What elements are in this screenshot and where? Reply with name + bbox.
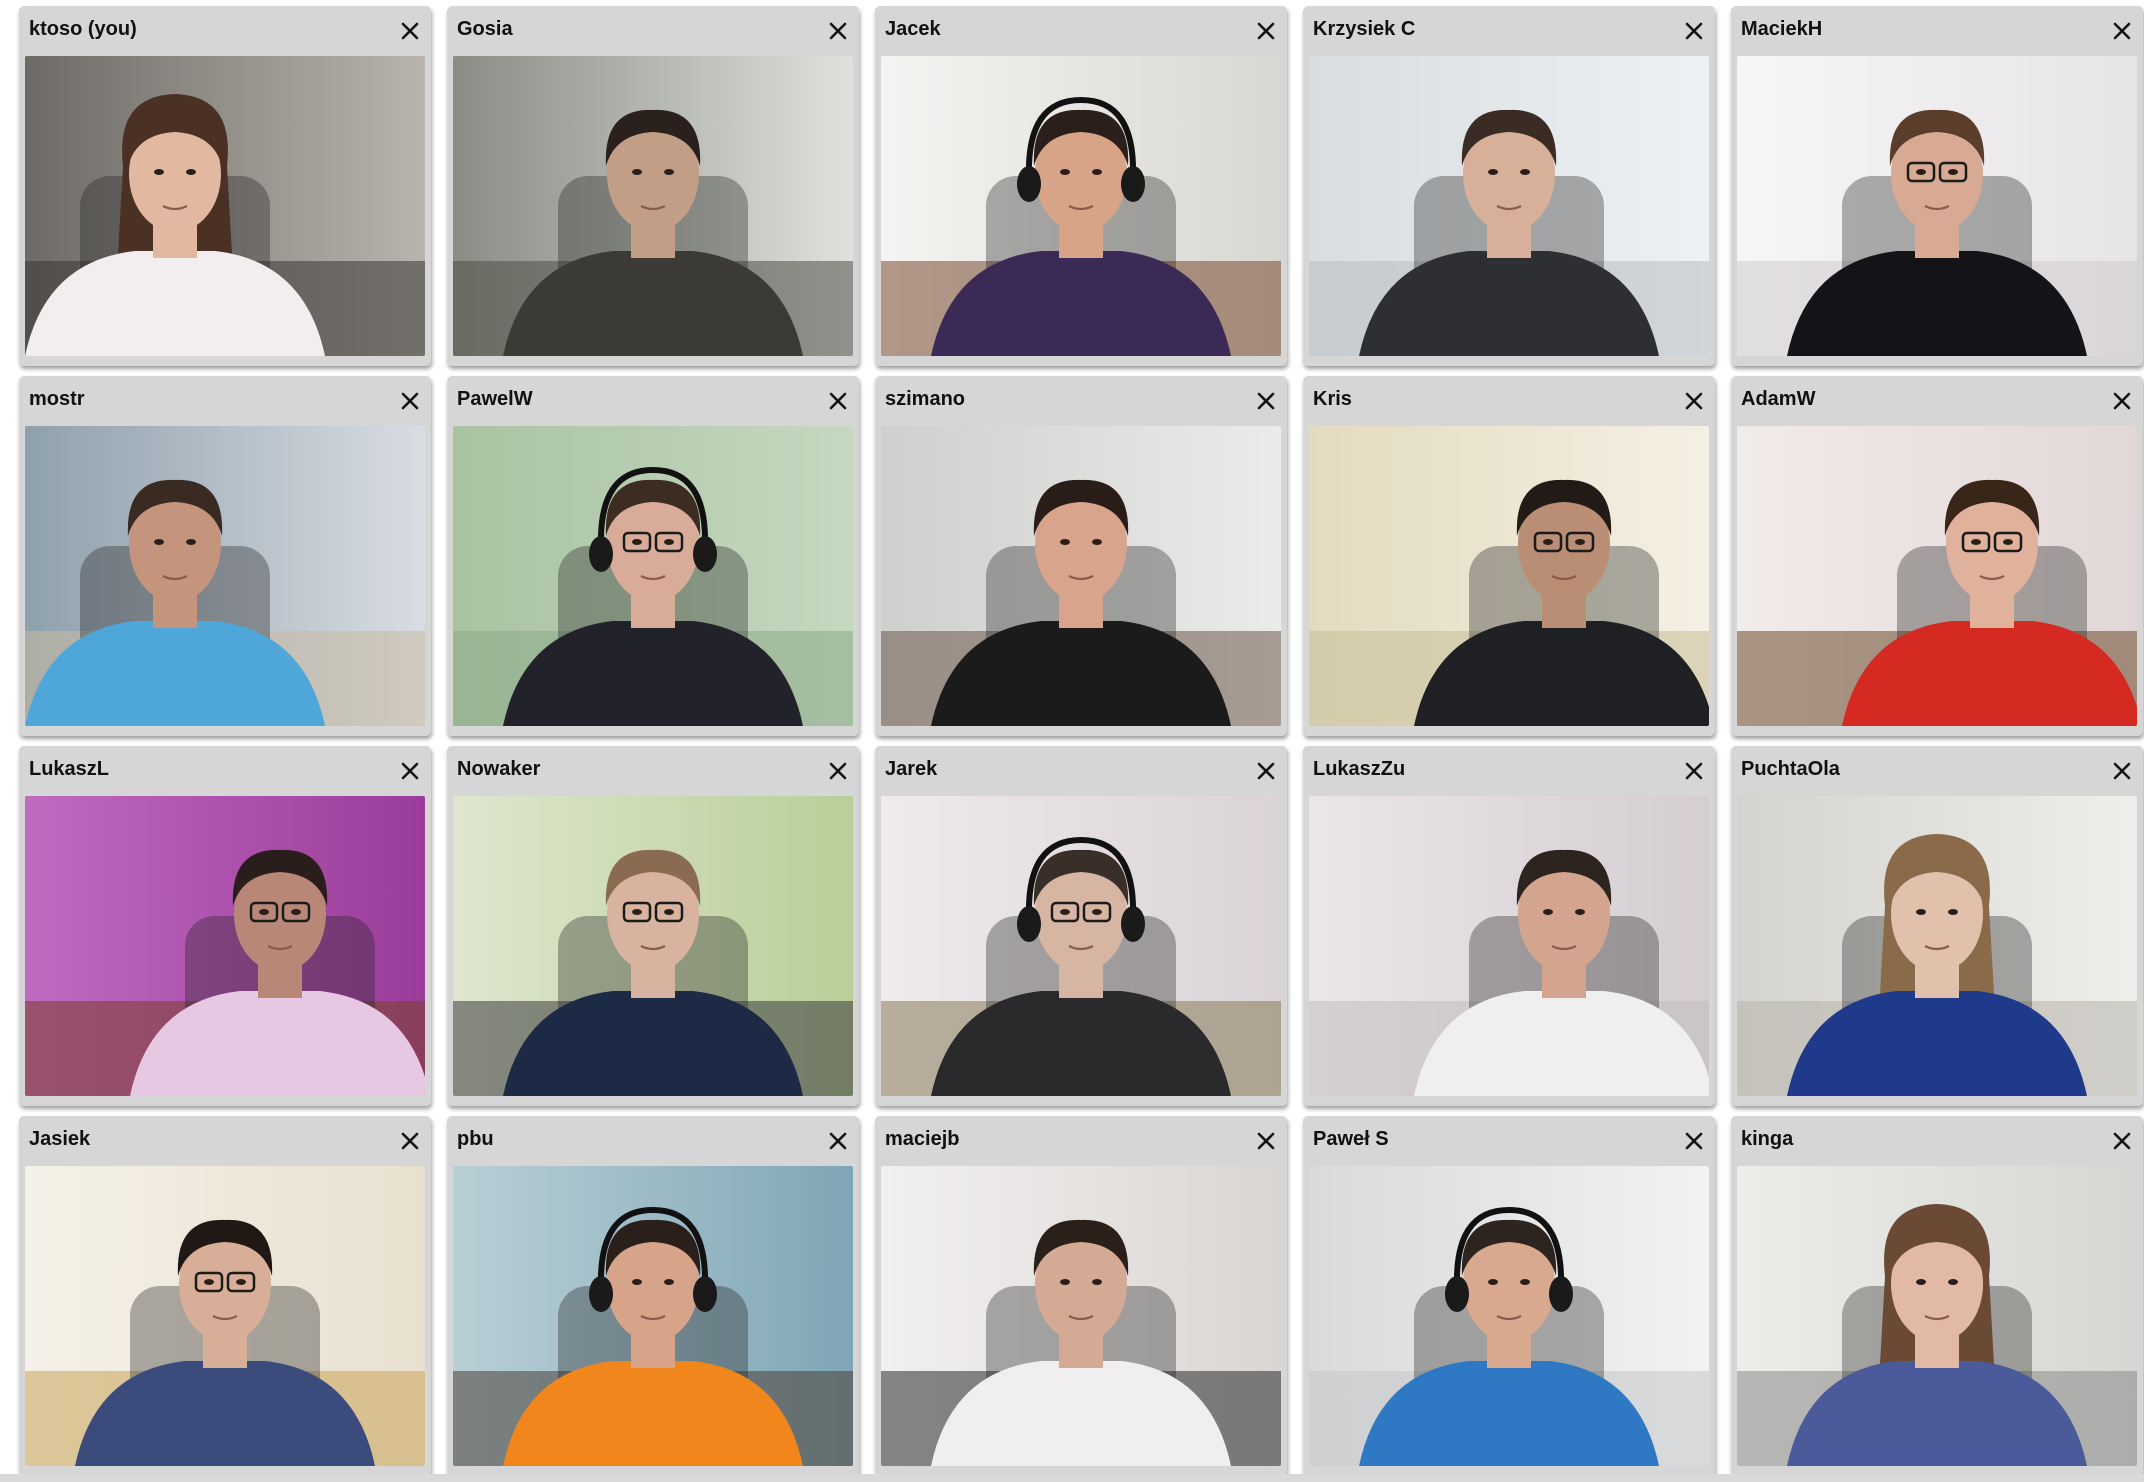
participant-name: LukaszL xyxy=(29,758,110,780)
participant-name: maciejb xyxy=(885,1128,960,1150)
participant-name: Jacek xyxy=(885,18,941,40)
participant-tile-jasiek[interactable]: Jasiek xyxy=(19,1116,431,1476)
webcam-video xyxy=(453,56,853,356)
close-icon[interactable] xyxy=(823,756,853,786)
webcam-video xyxy=(453,1166,853,1466)
close-icon[interactable] xyxy=(1679,16,1709,46)
participant-tile-lukaszl[interactable]: LukaszL xyxy=(19,746,431,1106)
webcam-video xyxy=(881,56,1281,356)
webcam-video xyxy=(25,1166,425,1466)
participant-name: MaciekH xyxy=(1741,18,1823,40)
webcam-video xyxy=(453,796,853,1096)
participant-name: mostr xyxy=(29,388,85,410)
close-icon[interactable] xyxy=(395,1126,425,1156)
close-icon[interactable] xyxy=(823,386,853,416)
close-icon[interactable] xyxy=(1251,16,1281,46)
close-icon[interactable] xyxy=(1251,1126,1281,1156)
participant-tile-gosia[interactable]: Gosia xyxy=(447,6,859,366)
close-icon[interactable] xyxy=(1251,386,1281,416)
participant-tile-paweł-s[interactable]: Paweł S xyxy=(1303,1116,1715,1476)
webcam-video xyxy=(1309,56,1709,356)
participant-tile-maciekh[interactable]: MaciekH xyxy=(1731,6,2143,366)
close-icon[interactable] xyxy=(395,756,425,786)
participant-tile-adamw[interactable]: AdamW xyxy=(1731,376,2143,736)
participant-name: Jarek xyxy=(885,758,938,780)
participant-tile-lukaszzu[interactable]: LukaszZu xyxy=(1303,746,1715,1106)
participant-tile-kris[interactable]: Kris xyxy=(1303,376,1715,736)
webcam-video xyxy=(25,56,425,356)
participant-name: ktoso (you) xyxy=(29,18,137,40)
participant-name: PuchtaOla xyxy=(1741,758,1840,780)
participant-name: LukaszZu xyxy=(1313,758,1406,780)
participant-tile-szimano[interactable]: szimano xyxy=(875,376,1287,736)
webcam-video xyxy=(1309,796,1709,1096)
webcam-video xyxy=(881,1166,1281,1466)
close-icon[interactable] xyxy=(1679,1126,1709,1156)
webcam-video xyxy=(25,796,425,1096)
close-icon[interactable] xyxy=(2107,16,2137,46)
participant-name: Nowaker xyxy=(457,758,541,780)
participant-tile-puchtaola[interactable]: PuchtaOla xyxy=(1731,746,2143,1106)
close-icon[interactable] xyxy=(823,1126,853,1156)
participant-name: Jasiek xyxy=(29,1128,91,1150)
participant-tile-maciejb[interactable]: maciejb xyxy=(875,1116,1287,1476)
participant-name: szimano xyxy=(885,388,966,410)
webcam-video xyxy=(1737,1166,2137,1466)
close-icon[interactable] xyxy=(1679,386,1709,416)
close-icon[interactable] xyxy=(2107,1126,2137,1156)
participant-tile-pawelw[interactable]: PawelW xyxy=(447,376,859,736)
webcam-video xyxy=(1737,796,2137,1096)
close-icon[interactable] xyxy=(395,386,425,416)
webcam-video xyxy=(1309,1166,1709,1466)
participant-name: pbu xyxy=(457,1128,494,1150)
close-icon[interactable] xyxy=(1679,756,1709,786)
webcam-video xyxy=(881,796,1281,1096)
close-icon[interactable] xyxy=(823,16,853,46)
webcam-video xyxy=(1309,426,1709,726)
webcam-video xyxy=(1737,56,2137,356)
webcam-video xyxy=(453,426,853,726)
participant-tile-ktoso-you[interactable]: ktoso (you) xyxy=(19,6,431,366)
participant-name: Paweł S xyxy=(1313,1128,1389,1150)
close-icon[interactable] xyxy=(2107,756,2137,786)
webcam-video xyxy=(881,426,1281,726)
video-grid: ktoso (you) Gosia Jacek Krzysiek C MaciekH mo… xyxy=(0,0,2144,1482)
participant-name: AdamW xyxy=(1741,388,1816,410)
participant-tile-mostr[interactable]: mostr xyxy=(19,376,431,736)
participant-name: Gosia xyxy=(457,18,513,40)
participant-tile-jacek[interactable]: Jacek xyxy=(875,6,1287,366)
participant-name: Krzysiek C xyxy=(1313,18,1416,40)
participant-tile-pbu[interactable]: pbu xyxy=(447,1116,859,1476)
webcam-video xyxy=(1737,426,2137,726)
participant-name: kinga xyxy=(1741,1128,1794,1150)
participant-tile-nowaker[interactable]: Nowaker xyxy=(447,746,859,1106)
bottom-scroll-strip xyxy=(0,1474,2144,1482)
close-icon[interactable] xyxy=(1251,756,1281,786)
participant-name: PawelW xyxy=(457,388,533,410)
participant-tile-jarek[interactable]: Jarek xyxy=(875,746,1287,1106)
participant-tile-kinga[interactable]: kinga xyxy=(1731,1116,2143,1476)
close-icon[interactable] xyxy=(2107,386,2137,416)
webcam-video xyxy=(25,426,425,726)
close-icon[interactable] xyxy=(395,16,425,46)
participant-name: Kris xyxy=(1313,388,1352,410)
participant-tile-krzysiek-c[interactable]: Krzysiek C xyxy=(1303,6,1715,366)
